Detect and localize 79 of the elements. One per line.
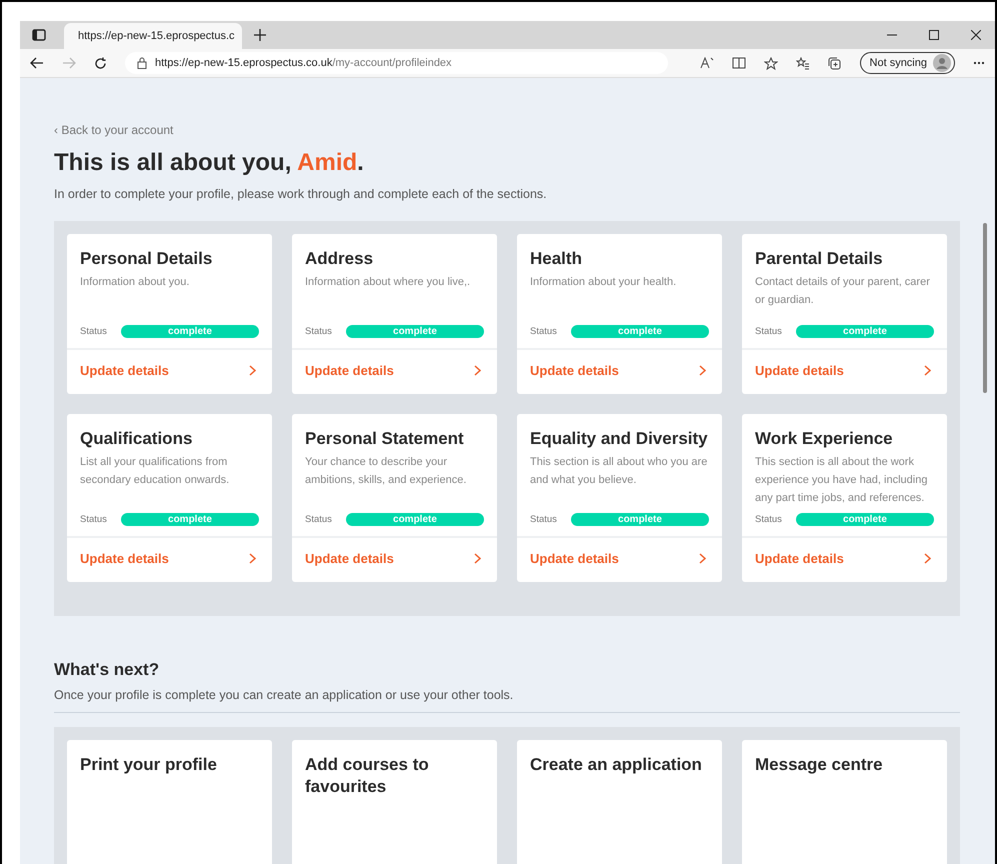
chevron-right-icon (699, 553, 706, 564)
back-arrow-icon[interactable] (30, 57, 44, 69)
chevron-right-icon (249, 553, 256, 564)
address-field[interactable]: https://ep-new-15.eprospectus.co.uk/my-account/profileindex (125, 52, 668, 74)
chevron-right-icon (924, 365, 931, 376)
status-badge: complete (570, 513, 709, 526)
more-menu-icon[interactable] (973, 61, 985, 65)
update-details-link[interactable]: Update details (67, 348, 272, 394)
card-description: Information about your health. (530, 275, 678, 290)
status-badge: complete (120, 513, 259, 526)
browser-tab[interactable]: https://ep-new-15.eprospectus.c (64, 23, 242, 49)
card-description: This section is all about the work experience you have had, including any part time jobs, and references. (755, 455, 928, 506)
intro-text: In order to complete your profile, please work through and complete each of the sections. (54, 187, 547, 201)
status-label: Status (80, 326, 107, 337)
card-title: Health (530, 248, 583, 270)
update-details-link[interactable]: Update details (292, 348, 497, 394)
card-title: Address (305, 248, 374, 270)
tool-card[interactable]: Create an application (517, 740, 722, 864)
read-aloud-icon[interactable] (700, 57, 714, 69)
card-description: Your chance to describe your ambitions, skills, and experience. (305, 455, 468, 488)
chevron-right-icon (474, 553, 481, 564)
reader-view-icon[interactable] (732, 57, 746, 69)
tab-actions-icon[interactable] (32, 29, 46, 41)
card-title: Qualifications (80, 428, 194, 450)
tool-card[interactable]: Print your profile (67, 740, 272, 864)
lock-icon (137, 57, 147, 69)
page-heading: This is all about you, Amid. (54, 149, 364, 177)
card-description: Information about you. (80, 275, 190, 290)
card-description: Information about where you live,. (305, 275, 472, 290)
card-title: Create an application (530, 754, 703, 776)
status-badge: complete (346, 513, 484, 526)
chevron-right-icon (474, 365, 481, 376)
status-label: Status (305, 514, 332, 525)
minimize-icon[interactable] (887, 34, 897, 36)
chevron-right-icon (699, 365, 706, 376)
card-description: Contact details of your parent, carer or guardian. (755, 275, 931, 308)
status-label: Status (755, 514, 782, 525)
update-details-link[interactable]: Update details (67, 536, 272, 582)
back-link[interactable]: ‹ Back to your account (54, 123, 174, 137)
avatar-icon (933, 54, 951, 72)
refresh-icon[interactable] (94, 56, 107, 70)
new-tab-icon[interactable] (254, 29, 266, 41)
tool-card[interactable]: Add courses to favourites (292, 740, 497, 864)
update-details-link[interactable]: Update details (742, 536, 947, 582)
status-label: Status (80, 514, 107, 525)
update-details-link[interactable]: Update details (292, 536, 497, 582)
card-title: Personal Statement (305, 428, 465, 450)
tool-card[interactable]: Message centre (742, 740, 947, 864)
card-title: Work Experience (755, 428, 894, 450)
card-title: Personal Details (80, 248, 214, 270)
update-details-link[interactable]: Update details (517, 536, 722, 582)
favorites-list-icon[interactable] (796, 56, 810, 70)
status-badge: complete (570, 325, 709, 338)
card-description: This section is all about who you are and what you believe. (530, 455, 708, 488)
update-details-link[interactable]: Update details (742, 348, 947, 394)
collections-icon[interactable] (828, 56, 842, 70)
card-description: List all your qualifications from secondary education onwards. (80, 455, 230, 488)
section-intro: Once your profile is complete you can create an application or use your other tools. (54, 688, 960, 713)
card-title: Parental Details (755, 248, 884, 270)
maximize-icon[interactable] (929, 30, 939, 40)
status-badge: complete (120, 325, 259, 338)
card-title: Message centre (755, 754, 884, 776)
status-badge: complete (796, 513, 934, 526)
section-heading: What's next? (54, 660, 160, 680)
status-label: Status (530, 326, 557, 337)
status-badge: complete (796, 325, 934, 338)
status-badge: complete (346, 325, 484, 338)
status-label: Status (530, 514, 557, 525)
card-title: Print your profile (80, 754, 218, 776)
card-title: Add courses to favourites (305, 754, 430, 798)
favorite-star-icon[interactable] (764, 56, 778, 70)
status-label: Status (305, 326, 332, 337)
profile-sync-button[interactable]: Not syncing (860, 52, 955, 74)
update-details-link[interactable]: Update details (517, 348, 722, 394)
close-icon[interactable] (971, 30, 981, 40)
chevron-right-icon (924, 553, 931, 564)
status-label: Status (755, 326, 782, 337)
chevron-right-icon (249, 365, 256, 376)
card-title: Equality and Diversity (530, 428, 709, 450)
